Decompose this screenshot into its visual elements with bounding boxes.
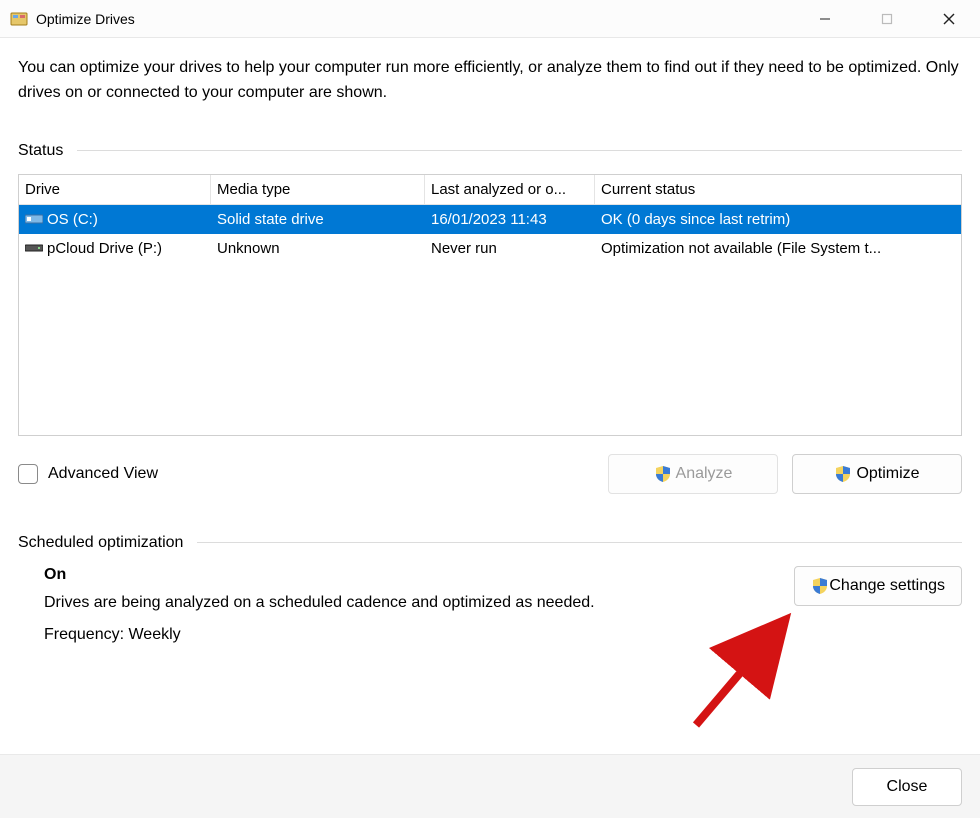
drive-table-header: Drive Media type Last analyzed or o... C… [19, 175, 961, 205]
analyze-label: Analyze [676, 465, 733, 483]
scheduled-section-header: Scheduled optimization [18, 534, 962, 552]
status-section-header: Status [18, 142, 962, 160]
shield-icon [834, 465, 852, 483]
intro-text: You can optimize your drives to help you… [18, 56, 962, 106]
app-icon [10, 10, 28, 28]
bottom-bar: Close [0, 754, 980, 818]
drive-status: OK (0 days since last retrim) [595, 205, 961, 234]
change-settings-button[interactable]: Change settings [794, 566, 962, 606]
ssd-icon [25, 212, 43, 226]
change-settings-label: Change settings [829, 577, 945, 595]
scheduled-label: Scheduled optimization [18, 534, 183, 552]
col-last[interactable]: Last analyzed or o... [425, 175, 595, 205]
advanced-view-checkbox[interactable] [18, 464, 38, 484]
scheduled-frequency: Frequency: Weekly [44, 626, 794, 644]
optimize-button[interactable]: Optimize [792, 454, 962, 494]
drive-last: 16/01/2023 11:43 [425, 205, 595, 234]
close-label: Close [887, 778, 928, 796]
col-media[interactable]: Media type [211, 175, 425, 205]
minimize-button[interactable] [794, 0, 856, 38]
drive-last: Never run [425, 234, 595, 263]
hdd-icon [25, 241, 43, 255]
col-drive[interactable]: Drive [19, 175, 211, 205]
advanced-view-label[interactable]: Advanced View [48, 465, 158, 483]
close-button[interactable]: Close [852, 768, 962, 806]
shield-icon [654, 465, 672, 483]
table-row[interactable]: pCloud Drive (P:) Unknown Never run Opti… [19, 234, 961, 263]
titlebar: Optimize Drives [0, 0, 980, 38]
window-title: Optimize Drives [36, 11, 794, 27]
status-label: Status [18, 142, 63, 160]
scheduled-desc: Drives are being analyzed on a scheduled… [44, 594, 794, 612]
drive-status: Optimization not available (File System … [595, 234, 961, 263]
close-window-button[interactable] [918, 0, 980, 38]
maximize-button[interactable] [856, 0, 918, 38]
drive-name: pCloud Drive (P:) [47, 240, 162, 257]
analyze-button[interactable]: Analyze [608, 454, 778, 494]
status-rule [77, 150, 962, 151]
col-status[interactable]: Current status [595, 175, 961, 205]
scheduled-state: On [44, 566, 794, 584]
drive-media: Unknown [211, 234, 425, 263]
optimize-label: Optimize [856, 465, 919, 483]
scheduled-rule [197, 542, 962, 543]
drive-name: OS (C:) [47, 211, 98, 228]
shield-icon [811, 577, 829, 595]
drive-table[interactable]: Drive Media type Last analyzed or o... C… [18, 174, 962, 436]
table-row[interactable]: OS (C:) Solid state drive 16/01/2023 11:… [19, 205, 961, 234]
drive-media: Solid state drive [211, 205, 425, 234]
